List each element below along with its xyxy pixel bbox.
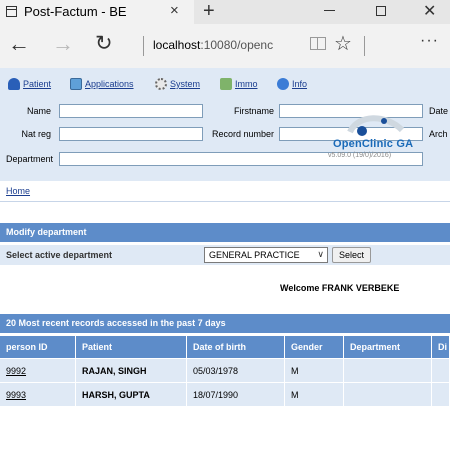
tab-title: Post-Factum - BE [24, 4, 127, 19]
person-id-link[interactable]: 9992 [0, 358, 76, 382]
address-path: :10080/openc [200, 38, 274, 52]
department-label: Department [5, 154, 53, 164]
di-cell [432, 358, 450, 382]
column-header[interactable]: Department [344, 336, 432, 358]
menu-system[interactable]: System [155, 78, 200, 92]
reading-view-icon[interactable] [310, 37, 326, 50]
table-header-row: person ID Patient Date of birth Gender D… [0, 336, 450, 358]
back-icon[interactable]: ← [8, 31, 30, 57]
immo-icon [220, 78, 232, 90]
date-of-birth: 05/03/1978 [187, 358, 285, 382]
menu-applications[interactable]: Applications [70, 78, 134, 92]
di-cell [432, 382, 450, 406]
address-host: localhost [153, 38, 201, 52]
logo-text: OpenClinic GA [333, 138, 414, 150]
menu-info-label: Info [292, 79, 308, 89]
refresh-icon[interactable]: ↻ [95, 31, 113, 56]
modify-department-header: Modify department [0, 223, 450, 242]
department [344, 358, 432, 382]
select-button[interactable]: Select [332, 247, 371, 263]
applications-icon [70, 78, 82, 90]
date-of-birth: 18/07/1990 [187, 382, 285, 406]
welcome-message: Welcome FRANK VERBEKE [280, 283, 400, 293]
column-header[interactable]: Patient [76, 336, 187, 358]
menu-info[interactable]: Info [277, 78, 307, 92]
gender: M [285, 382, 344, 406]
menu-patient-label: Patient [23, 79, 52, 89]
divider [364, 36, 365, 56]
table-row[interactable]: 9993 HARSH, GUPTA 18/07/1990 M [0, 382, 450, 406]
name-label: Name [26, 106, 51, 116]
divider [143, 36, 144, 56]
openclinic-logo: OpenClinic GA v5.09.0 (19/0)/2016) [328, 112, 443, 162]
department-row: Select active department GENERAL PRACTIC… [0, 245, 450, 265]
natreg-label: Nat reg [21, 129, 51, 139]
patient-icon [8, 78, 20, 90]
column-header[interactable]: Di [432, 336, 450, 358]
system-icon [155, 78, 167, 90]
recent-records-table: person ID Patient Date of birth Gender D… [0, 336, 450, 406]
department-select[interactable]: GENERAL PRACTICE ∨ [204, 247, 328, 263]
close-window-icon[interactable]: ✕ [423, 1, 436, 21]
maximize-icon[interactable] [376, 6, 386, 16]
person-id-link[interactable]: 9993 [0, 382, 76, 406]
forward-icon[interactable]: → [52, 31, 74, 57]
gender: M [285, 358, 344, 382]
page-icon [6, 6, 17, 17]
table-row[interactable]: 9992 RAJAN, SINGH 05/03/1978 M [0, 358, 450, 382]
breadcrumb-home[interactable]: Home [6, 186, 30, 196]
department-select-value: GENERAL PRACTICE [209, 250, 300, 260]
recent-records-header: 20 Most recent records accessed in the p… [0, 314, 450, 333]
menu-immo-label: Immo [235, 79, 258, 89]
browser-titlebar: Post-Factum - BE × + ✕ [0, 0, 450, 24]
patient-name: HARSH, GUPTA [76, 382, 187, 406]
column-header[interactable]: Gender [285, 336, 344, 358]
record-number-label: Record number [211, 129, 274, 139]
select-department-label: Select active department [6, 250, 113, 260]
column-header[interactable]: person ID [0, 336, 76, 358]
menu-patient[interactable]: Patient [8, 78, 51, 92]
new-tab-icon[interactable]: + [203, 0, 215, 23]
more-icon[interactable]: ··· [420, 32, 439, 50]
info-icon [277, 78, 289, 90]
tab-close-icon[interactable]: × [170, 2, 179, 19]
name-input[interactable] [59, 104, 203, 118]
patient-name: RAJAN, SINGH [76, 358, 187, 382]
natreg-input[interactable] [59, 127, 203, 141]
chevron-down-icon: ∨ [317, 249, 324, 259]
column-header[interactable]: Date of birth [187, 336, 285, 358]
menu-applications-label: Applications [85, 79, 134, 89]
favorite-star-icon[interactable]: ☆ [334, 31, 352, 56]
menu-immo[interactable]: Immo [220, 78, 258, 92]
version-text: v5.09.0 (19/0)/2016) [328, 152, 392, 159]
menu-system-label: System [170, 79, 201, 89]
address-bar[interactable]: localhost:10080/openc [153, 38, 301, 52]
browser-navbar: ← → ↻ localhost:10080/openc ☆ ··· [0, 24, 450, 68]
browser-tab[interactable]: Post-Factum - BE × [0, 0, 194, 24]
logo-mark-icon [347, 115, 405, 136]
firstname-label: Firstname [233, 106, 274, 116]
department [344, 382, 432, 406]
minimize-icon[interactable] [324, 10, 335, 11]
divider [0, 201, 450, 202]
